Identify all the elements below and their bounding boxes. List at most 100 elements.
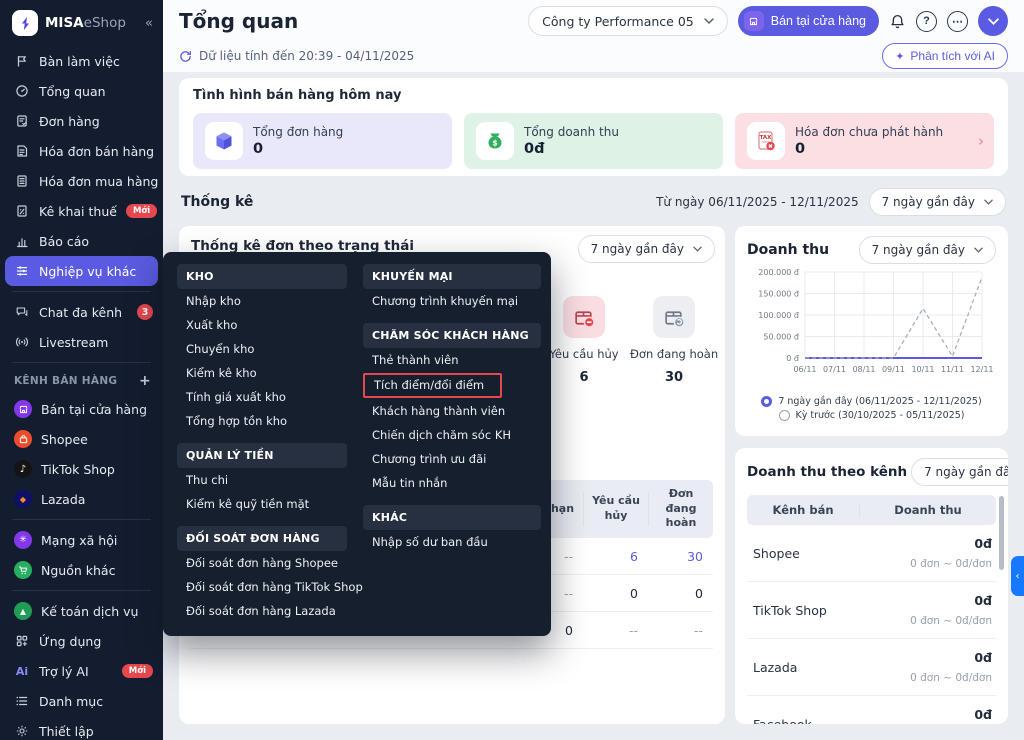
- today-sales-title: Tình hình bán hàng hôm nay: [193, 88, 402, 103]
- menu-item[interactable]: Xuất kho: [177, 313, 347, 337]
- menu-item[interactable]: Kiểm kê kho: [177, 361, 347, 385]
- store-mode-button[interactable]: Bán tại cửa hàng: [737, 6, 879, 36]
- chevron-right-icon[interactable]: ›: [978, 132, 984, 150]
- menu-section: KHÁC Nhập số dư ban đầu: [363, 505, 541, 554]
- svg-text:100.000 đ: 100.000 đ: [758, 311, 799, 320]
- sidebar-item[interactable]: Nguồn khác: [0, 555, 163, 585]
- menu-item[interactable]: Kiểm kê quỹ tiền mặt: [177, 492, 347, 516]
- help-icon[interactable]: ?: [916, 10, 937, 32]
- channel-revenue-row[interactable]: Facebook 0đ: [747, 696, 996, 725]
- sidebar-item[interactable]: Bàn làm việc: [0, 46, 163, 76]
- sidebar-item-label: Nghiệp vụ khác: [39, 263, 137, 279]
- table-scrollbar[interactable]: [999, 496, 1004, 570]
- sidebar-item[interactable]: Hóa đơn mua hàng: [0, 166, 163, 196]
- unissued-invoices-tile[interactable]: TAX Hóa đơn chưa phát hành 0 ›: [735, 113, 994, 169]
- legend-current-period[interactable]: 7 ngày gần đây (06/11/2025 - 12/11/2025): [747, 396, 996, 407]
- menu-item[interactable]: Chiến dịch chăm sóc KH: [363, 423, 541, 447]
- revenue-title: Doanh thu: [747, 242, 830, 258]
- sidebar-item[interactable]: ✳ Mạng xã hội: [0, 525, 163, 555]
- channel-revenue-detail: 0 đơn ~ 0đ/đơn: [910, 557, 992, 570]
- menu-item[interactable]: Đối soát đơn hàng Shopee: [177, 551, 347, 575]
- brand-name: MISAeShop: [45, 15, 126, 31]
- menu-section-header: KHÁC: [363, 505, 541, 530]
- sidebar-item[interactable]: Tổng quan: [0, 76, 163, 106]
- sidebar-item[interactable]: Báo cáo: [0, 226, 163, 256]
- svg-text:10/11: 10/11: [911, 365, 934, 374]
- revenue-range-selector[interactable]: 7 ngày gần đây: [858, 236, 996, 264]
- sidebar-item-label: Chat đa kênh: [39, 304, 123, 320]
- menu-item[interactable]: Khách hàng thành viên: [363, 399, 541, 423]
- sidebar-item[interactable]: ♪ TikTok Shop: [0, 454, 163, 484]
- menu-item[interactable]: Chuyển kho: [177, 337, 347, 361]
- sidebar-item[interactable]: ▲ Kế toán dịch vụ: [0, 596, 163, 626]
- total-orders-tile[interactable]: Tổng đơn hàng 0: [193, 113, 452, 169]
- divider: [12, 519, 151, 520]
- menu-item[interactable]: Nhập kho: [177, 289, 347, 313]
- total-revenue-tile[interactable]: $ Tổng doanh thu 0đ: [464, 113, 723, 169]
- sidebar-collapse-icon[interactable]: «: [145, 16, 153, 31]
- sidebar-item[interactable]: Ai Trợ lý AI Mới: [0, 656, 163, 686]
- sidebar-item[interactable]: Chat đa kênh 3: [0, 297, 163, 327]
- radio-unselected-icon[interactable]: [778, 410, 790, 421]
- sidebar-item-label: Đơn hàng: [39, 113, 100, 129]
- menu-item[interactable]: Nhập số dư ban đầu: [363, 530, 541, 554]
- badge: Mới: [121, 664, 153, 678]
- menu-item[interactable]: Đối soát đơn hàng Lazada: [177, 599, 347, 623]
- sidebar-item[interactable]: Shopee: [0, 424, 163, 454]
- menu-item[interactable]: Đối soát đơn hàng TikTok Shop: [177, 575, 363, 599]
- order-status-range-selector[interactable]: 7 ngày gần đây: [577, 235, 715, 263]
- legend-previous-period[interactable]: Kỳ trước (30/10/2025 - 05/11/2025): [747, 410, 996, 421]
- sidebar-item[interactable]: Bán tại cửa hàng: [0, 394, 163, 424]
- misa-eshop-logo: [12, 10, 38, 36]
- menu-section-header: KHO: [177, 264, 347, 289]
- sidebar-item-label: Shopee: [41, 431, 88, 447]
- badge: 3: [137, 304, 153, 320]
- sidebar-item[interactable]: Danh mục: [0, 686, 163, 716]
- sidebar-item[interactable]: Livestream: [0, 327, 163, 357]
- menu-item[interactable]: Chương trình khuyến mại: [363, 289, 541, 313]
- returning-orders-stat[interactable]: Đơn đang hoàn 30: [630, 296, 718, 385]
- status-row-value: 6: [630, 548, 638, 564]
- channel-icon: ♪: [14, 460, 32, 478]
- sidebar: MISAeShop « Bàn làm việc Tổng quan Đơn hàn…: [0, 0, 163, 740]
- svg-text:09/11: 09/11: [882, 365, 905, 374]
- sidebar-item[interactable]: Thiết lập: [0, 716, 163, 740]
- status-table-column: Yêu cầu hủy: [583, 492, 648, 526]
- account-avatar[interactable]: [978, 6, 1008, 36]
- ai-assistant-icon: Ai: [15, 664, 29, 678]
- panel-collapse-tab[interactable]: ‹: [1011, 556, 1024, 596]
- notifications-bell-icon[interactable]: [889, 13, 906, 30]
- menu-section-header: CHĂM SÓC KHÁCH HÀNG: [363, 323, 541, 348]
- menu-item[interactable]: Thẻ thành viên: [363, 348, 541, 372]
- ai-analyze-button[interactable]: ✦ Phân tích với AI: [882, 43, 1008, 69]
- company-selector[interactable]: Công ty Performance 05: [528, 6, 728, 36]
- channel-revenue-detail: 0 đơn ~ 0đ/đơn: [910, 671, 992, 684]
- sidebar-item[interactable]: ◆ Lazada: [0, 484, 163, 514]
- channel-revenue-range-selector[interactable]: 7 ngày gần đây: [911, 458, 1008, 486]
- cancel-requests-stat[interactable]: Yêu cầu hủy 6: [540, 296, 628, 385]
- menu-item[interactable]: Tính giá xuất kho: [177, 385, 347, 409]
- sidebar-item[interactable]: Đơn hàng: [0, 106, 163, 136]
- channel-revenue-row[interactable]: Lazada 0đ 0 đơn ~ 0đ/đơn: [747, 639, 996, 696]
- channel-name: TikTok Shop: [753, 602, 827, 618]
- stats-range-selector[interactable]: 7 ngày gần đây: [868, 188, 1006, 216]
- apps-icon: [14, 633, 30, 649]
- sidebar-item[interactable]: Hóa đơn bán hàng: [0, 136, 163, 166]
- radio-selected-icon[interactable]: [761, 396, 773, 407]
- menu-item[interactable]: Chương trình ưu đãi: [363, 447, 541, 471]
- channel-revenue-row[interactable]: TikTok Shop 0đ 0 đơn ~ 0đ/đơn: [747, 582, 996, 639]
- sidebar-item-label: Ứng dụng: [39, 633, 102, 649]
- channel-revenue-row[interactable]: Shopee 0đ 0 đơn ~ 0đ/đơn: [747, 525, 996, 582]
- menu-item[interactable]: Thu chi: [177, 468, 347, 492]
- more-options-icon[interactable]: ⋯: [947, 10, 968, 32]
- sidebar-item[interactable]: Ứng dụng: [0, 626, 163, 656]
- sidebar-item[interactable]: Kê khai thuế Mới: [0, 196, 163, 226]
- menu-item[interactable]: Tích điểm/đổi điểm: [363, 373, 503, 398]
- add-channel-icon[interactable]: +: [139, 373, 151, 389]
- channel-revenue-value: 0đ: [974, 649, 992, 665]
- menu-item[interactable]: Tổng hợp tồn kho: [177, 409, 347, 433]
- sidebar-item[interactable]: Nghiệp vụ khác: [5, 256, 158, 286]
- today-sales-card: Tình hình bán hàng hôm nay Tổng đơn hàng…: [179, 78, 1008, 176]
- refresh-icon[interactable]: [179, 50, 192, 63]
- menu-item[interactable]: Mẫu tin nhắn: [363, 471, 541, 495]
